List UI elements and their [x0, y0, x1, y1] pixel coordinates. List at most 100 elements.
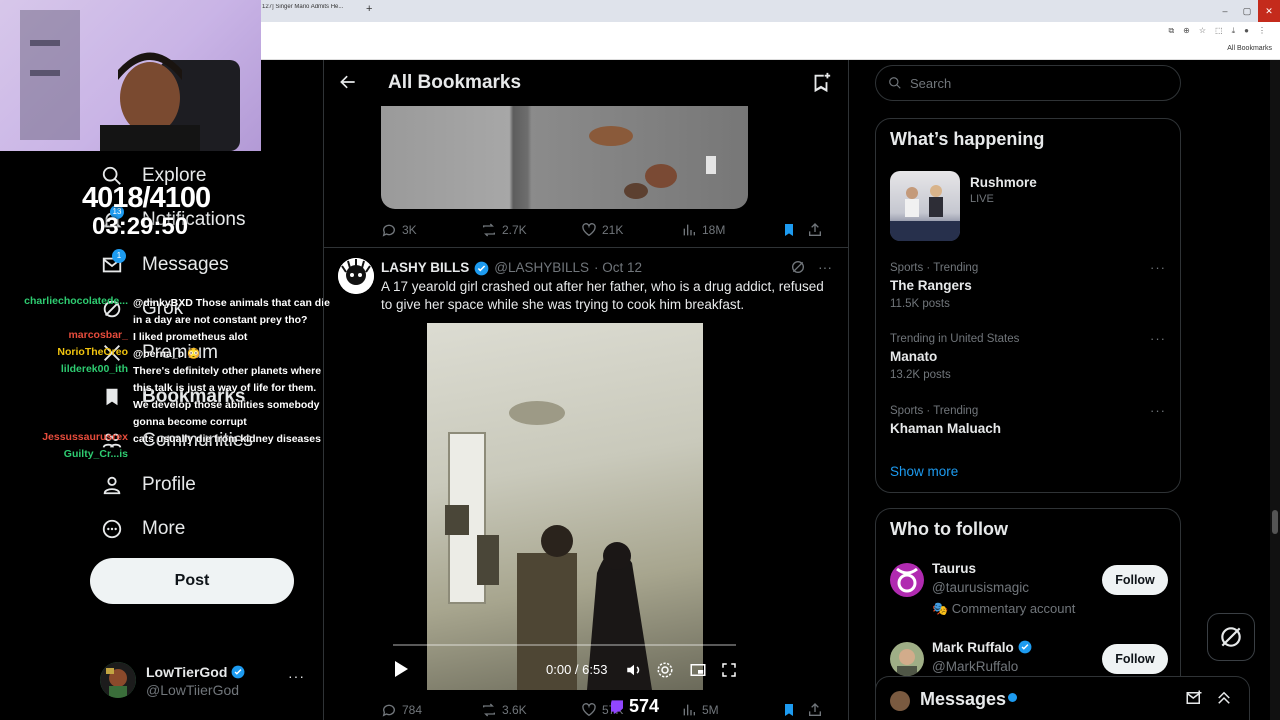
share-icon [809, 223, 821, 236]
tweet-date[interactable]: · Oct 12 [594, 260, 642, 276]
back-arrow-icon[interactable] [338, 72, 358, 98]
post-button[interactable]: Post [90, 558, 294, 604]
author-name[interactable]: LASHY BILLS [381, 260, 469, 276]
repost-icon [483, 703, 495, 717]
like-button[interactable]: 21K [581, 220, 681, 240]
all-bookmarks-folder[interactable]: All Bookmarks [1227, 45, 1272, 52]
settings-gear-icon[interactable] [656, 661, 674, 684]
minimize-icon[interactable]: – [1214, 0, 1236, 22]
browser-tab[interactable]: 127] Singer Mario Admits He... [262, 4, 362, 18]
extensions-icon[interactable]: ⬚ [1215, 26, 1223, 36]
chat-message: Guilty_Cr...is [63, 448, 128, 460]
address-bar[interactable]: ⧉ ⊕ ☆ ⬚ ⤓ ● ⋮ [260, 22, 1280, 42]
views-button[interactable]: 18M [681, 220, 781, 240]
author-handle[interactable]: @LASHYBILLS [494, 260, 589, 276]
tweet-more-icon[interactable]: ··· [818, 259, 832, 278]
share-button[interactable] [807, 220, 827, 240]
zoom-icon[interactable]: ⊕ [1183, 26, 1190, 36]
cast-icon[interactable]: ⧉ [1168, 26, 1174, 36]
maximize-icon[interactable]: ▢ [1236, 0, 1258, 22]
trend-item[interactable]: Trending in United States Manato 13.2K p… [890, 331, 1168, 381]
follow-suggestion[interactable]: Taurus @taurusismagic 🎭 Commentary accou… [890, 561, 1168, 616]
chat-message: Jessussaurusrex cats usually die from ki… [42, 431, 321, 445]
bookmarked-button[interactable] [781, 220, 807, 240]
bookmarked-button[interactable] [781, 700, 807, 720]
bookmark-filled-icon [785, 704, 793, 716]
reply-button[interactable]: 3K [381, 220, 481, 240]
views-icon [683, 224, 695, 236]
repost-button[interactable]: 3.6K [481, 700, 581, 720]
trend-more-icon[interactable]: ··· [1150, 260, 1166, 275]
views-button[interactable]: 5M [681, 700, 781, 720]
live-thumbnail[interactable] [890, 171, 960, 241]
bookmark-add-icon[interactable] [810, 72, 832, 99]
repost-icon [483, 223, 495, 237]
expand-icon[interactable] [1215, 689, 1233, 712]
close-icon[interactable]: ✕ [1258, 0, 1280, 22]
divider [324, 247, 848, 248]
search-input[interactable] [910, 75, 1160, 91]
download-icon[interactable]: ⤓ [1232, 26, 1236, 36]
repost-button[interactable]: 2.7K [481, 220, 581, 240]
tweet-image[interactable] [381, 106, 748, 209]
taurus-avatar [890, 563, 924, 597]
nav-label: Messages [142, 254, 229, 275]
avatar[interactable] [338, 258, 374, 294]
new-message-icon[interactable] [1185, 689, 1203, 712]
grok-icon [1221, 627, 1241, 647]
stream-chat: charliechocolatede... @dinkyBXD Those an… [0, 278, 335, 465]
person-icon [100, 473, 124, 497]
follow-button[interactable]: Follow [1102, 565, 1168, 595]
profile-icon[interactable]: ● [1244, 26, 1249, 36]
video-frame [427, 323, 703, 690]
star-icon[interactable]: ☆ [1199, 26, 1206, 36]
trend-item[interactable]: Sports · Trending The Rangers 11.5K post… [890, 260, 1168, 310]
trend-more-icon[interactable]: ··· [1150, 331, 1166, 346]
volume-icon[interactable] [625, 661, 643, 684]
tweet-actions: 784 3.6K 57K 5M [381, 700, 831, 720]
grok-icon[interactable] [790, 259, 806, 278]
verified-badge-icon [474, 261, 489, 276]
menu-icon[interactable]: ⋮ [1258, 26, 1266, 36]
trend-item[interactable]: Sports · Trending Khaman Maluach ··· [890, 403, 1168, 436]
live-title[interactable]: Rushmore [970, 175, 1037, 190]
page-header: All Bookmarks [324, 60, 848, 106]
video-time: 0:00 / 6:53 [546, 662, 608, 677]
nav-item-more[interactable]: More [100, 517, 185, 541]
show-more-link[interactable]: Show more [890, 464, 958, 479]
twitch-icon [611, 699, 623, 714]
pip-icon[interactable] [689, 661, 707, 684]
messages-badge: 1 [112, 249, 126, 263]
trend-more-icon[interactable]: ··· [1150, 403, 1166, 418]
main-timeline: All Bookmarks 3K 2.7K 21K 18M LASHY BILL… [323, 60, 849, 720]
account-switcher[interactable]: LowTierGod @LowTiierGod ··· [100, 662, 315, 702]
video-controls: 0:00 / 6:53 [381, 650, 748, 690]
account-more-icon[interactable]: ··· [288, 668, 305, 684]
grok-button[interactable] [1207, 613, 1255, 661]
whats-happening-card: What’s happening Rushmore LIVE Sports · … [875, 118, 1181, 493]
nav-item-profile[interactable]: Profile [100, 473, 196, 497]
scrollbar[interactable] [1270, 60, 1280, 720]
nav-label: More [142, 518, 186, 539]
page-title: All Bookmarks [388, 72, 522, 93]
tweet-text: A 17 yearold girl crashed out after her … [381, 279, 824, 312]
share-icon [809, 703, 821, 716]
video-player[interactable]: 0:00 / 6:53 [381, 323, 748, 690]
search-box[interactable] [875, 65, 1181, 101]
account-label: 🎭 Commentary account [932, 601, 1076, 616]
nav-label: Profile [142, 474, 196, 495]
views-icon [683, 704, 695, 716]
new-tab-button[interactable]: + [366, 3, 372, 15]
more-circle-icon [100, 517, 124, 541]
messages-drawer[interactable]: Messages [875, 676, 1250, 720]
stream-timer: 03:29:50 [92, 213, 189, 240]
webcam-overlay [0, 0, 261, 151]
fullscreen-icon[interactable] [720, 661, 738, 684]
play-icon[interactable] [393, 660, 409, 683]
reply-button[interactable]: 784 [381, 700, 481, 720]
share-button[interactable] [807, 700, 827, 720]
follow-button[interactable]: Follow [1102, 644, 1168, 674]
scrollbar-thumb[interactable] [1272, 510, 1278, 534]
bookmarks-bar: All Bookmarks [260, 42, 1280, 60]
video-scrubber[interactable] [393, 644, 736, 646]
